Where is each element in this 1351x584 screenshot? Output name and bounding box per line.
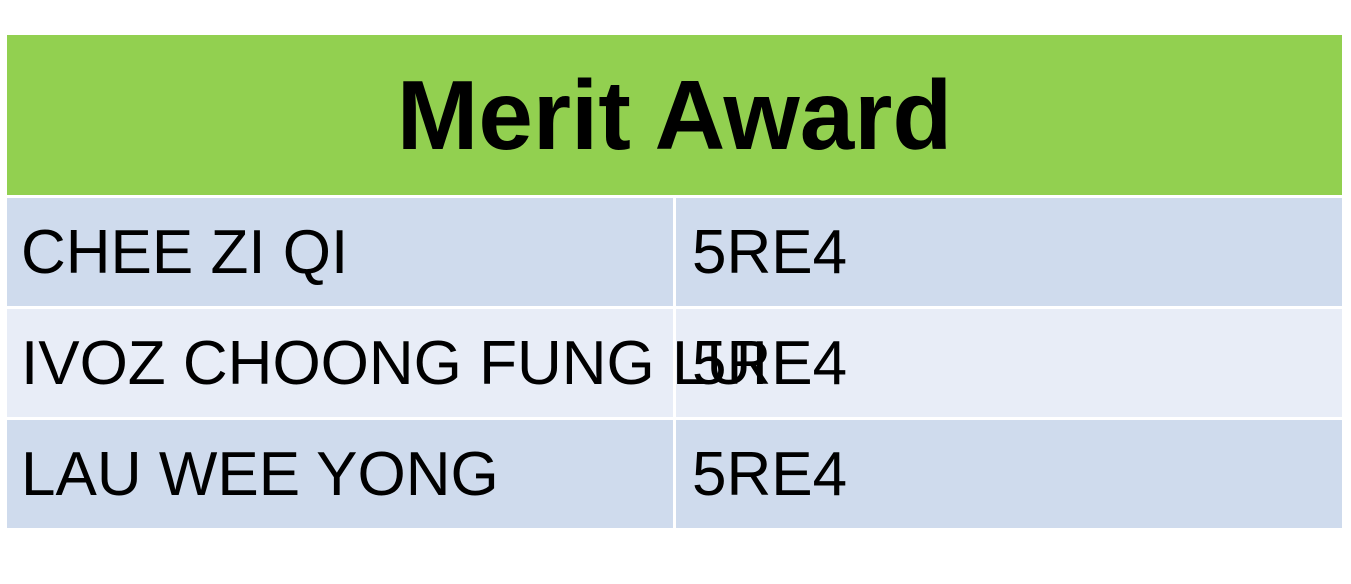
table-row: LAU WEE YONG 5RE4 — [4, 417, 1345, 531]
student-class: 5RE4 — [673, 417, 1345, 531]
award-title: Merit Award — [4, 32, 1345, 198]
merit-award-table: Merit Award CHEE ZI QI 5RE4 IVOZ CHOONG … — [4, 32, 1345, 531]
table-row: CHEE ZI QI 5RE4 — [4, 195, 1345, 309]
student-class: 5RE4 — [673, 306, 1345, 420]
student-name: LAU WEE YONG — [4, 417, 676, 531]
student-name: IVOZ CHOONG FUNG LUI — [4, 306, 768, 420]
header-row: Merit Award — [4, 32, 1345, 198]
student-class: 5RE4 — [673, 195, 1345, 309]
table-row: IVOZ CHOONG FUNG LUI 5RE4 — [4, 306, 1345, 420]
student-name: CHEE ZI QI — [4, 195, 676, 309]
